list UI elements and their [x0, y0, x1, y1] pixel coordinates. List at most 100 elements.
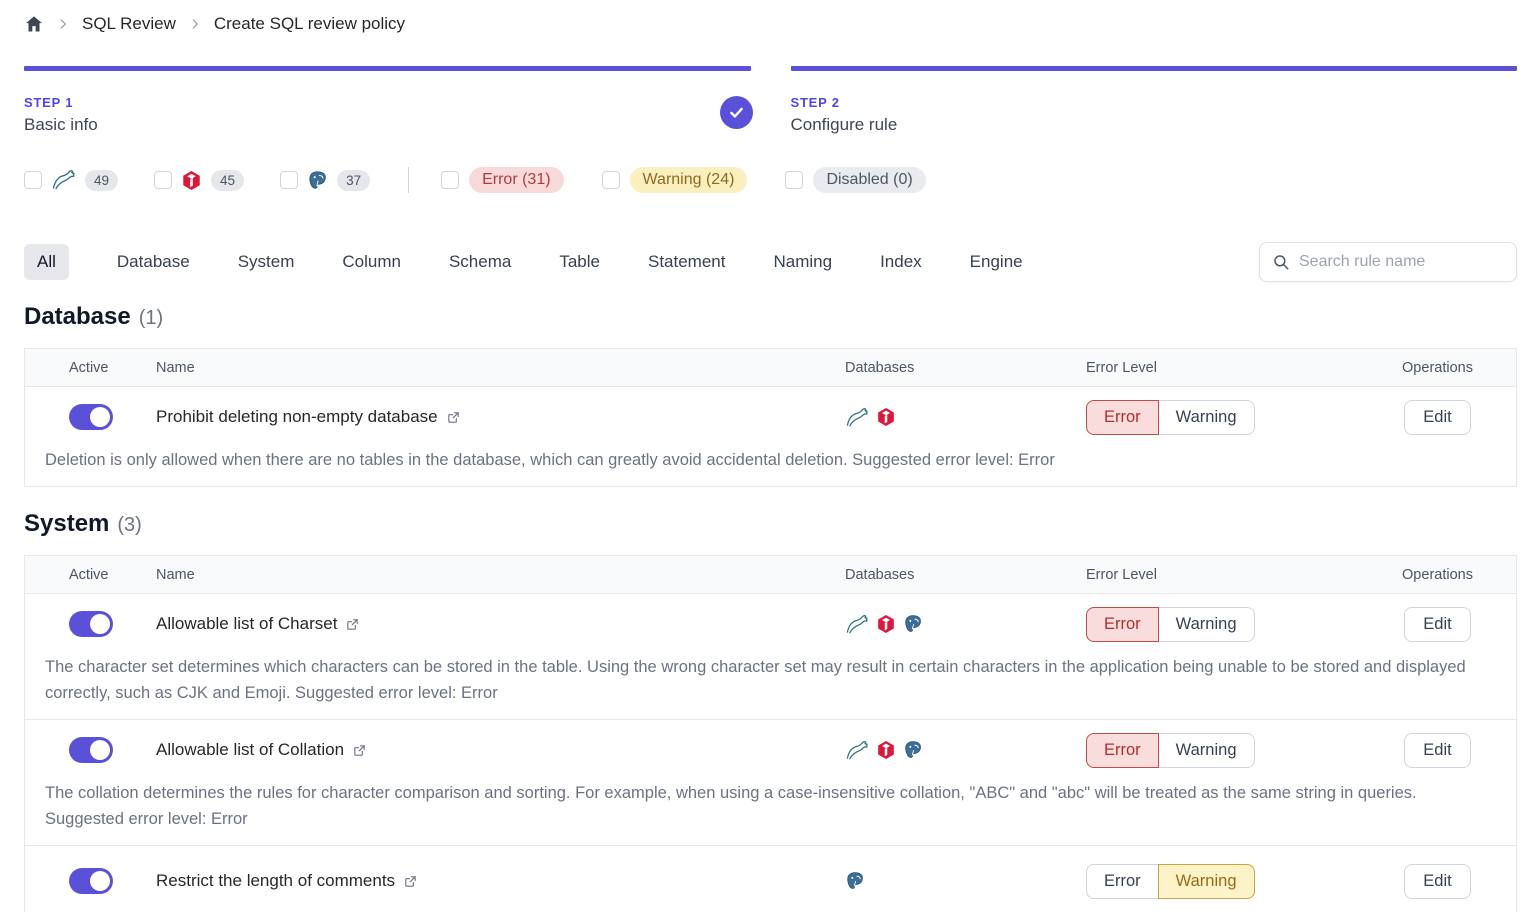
tab-schema[interactable]: Schema	[449, 252, 511, 272]
breadcrumb: SQL Review Create SQL review policy	[24, 10, 1517, 38]
step-2-title: Configure rule	[791, 115, 1518, 135]
error-level-toggle: Error Warning	[1086, 607, 1255, 642]
edit-button[interactable]: Edit	[1404, 864, 1470, 899]
rule-name: Prohibit deleting non-empty database	[156, 407, 438, 427]
error-checkbox[interactable]	[441, 171, 459, 189]
error-level-warning-button[interactable]: Warning	[1158, 864, 1255, 899]
rule-search	[1259, 242, 1517, 282]
col-header-name: Name	[156, 360, 845, 376]
rule-active-toggle[interactable]	[69, 404, 113, 430]
category-tab-bar: All Database System Column Schema Table …	[24, 242, 1517, 282]
postgresql-checkbox[interactable]	[280, 171, 298, 189]
tab-table[interactable]: Table	[559, 252, 600, 272]
error-level-error-button[interactable]: Error	[1086, 400, 1159, 435]
table-header-row: Active Name Databases Error Level Operat…	[25, 349, 1516, 387]
col-header-error-level: Error Level	[1086, 360, 1359, 376]
edit-button[interactable]: Edit	[1404, 607, 1470, 642]
disabled-checkbox[interactable]	[785, 171, 803, 189]
tab-column[interactable]: Column	[342, 252, 401, 272]
external-link-icon[interactable]	[403, 874, 418, 889]
table-row: Restrict the length of comments Error Wa…	[25, 846, 1516, 912]
rule-engines	[845, 406, 1086, 429]
filter-engine-mysql[interactable]: 49	[24, 168, 118, 192]
mysql-count-badge: 49	[85, 170, 118, 191]
error-level-warning-button[interactable]: Warning	[1158, 400, 1255, 435]
section-count: (3)	[117, 514, 141, 537]
table-row: Allowable list of Charset Error Warning	[25, 594, 1516, 654]
rule-restrict-the-length-of-comments: Restrict the length of comments Error Wa…	[25, 846, 1516, 912]
tidb-icon	[876, 614, 896, 634]
tab-all[interactable]: All	[24, 244, 69, 280]
tab-statement[interactable]: Statement	[648, 252, 726, 272]
col-header-operations: Operations	[1359, 567, 1516, 583]
col-header-active: Active	[25, 567, 156, 583]
rule-prohibit-deleting-non-empty-database: Prohibit deleting non-empty database Err…	[25, 387, 1516, 486]
disabled-filter-pill: Disabled (0)	[813, 167, 925, 193]
chevron-right-icon	[188, 17, 202, 31]
external-link-icon[interactable]	[352, 743, 367, 758]
mysql-icon	[845, 613, 869, 636]
postgresql-icon	[307, 170, 328, 191]
rule-engines	[845, 739, 1086, 762]
error-level-error-button[interactable]: Error	[1086, 864, 1159, 899]
external-link-icon[interactable]	[446, 410, 461, 425]
postgresql-icon	[903, 740, 923, 760]
col-header-operations: Operations	[1359, 360, 1516, 376]
mysql-checkbox[interactable]	[24, 171, 42, 189]
section-heading-database: Database (1)	[24, 303, 1517, 331]
category-tabs: All Database System Column Schema Table …	[24, 244, 1023, 280]
error-level-warning-button[interactable]: Warning	[1158, 733, 1255, 768]
tidb-count-badge: 45	[211, 170, 244, 191]
postgresql-count-badge: 37	[337, 170, 370, 191]
mysql-icon	[845, 406, 869, 429]
rule-engines	[845, 613, 1086, 636]
col-header-name: Name	[156, 567, 845, 583]
breadcrumb-item-sql-review[interactable]: SQL Review	[82, 14, 176, 34]
breadcrumb-item-current: Create SQL review policy	[214, 14, 405, 34]
database-rules-table: Active Name Databases Error Level Operat…	[24, 348, 1517, 487]
search-input[interactable]	[1299, 253, 1504, 271]
tidb-icon	[181, 170, 202, 191]
tidb-icon	[876, 407, 896, 427]
search-icon	[1272, 253, 1290, 271]
error-level-warning-button[interactable]: Warning	[1158, 607, 1255, 642]
tab-index[interactable]: Index	[880, 252, 922, 272]
rule-description: The collation determines the rules for c…	[25, 780, 1516, 845]
stepper: STEP 1 Basic info STEP 2 Configure rule	[24, 66, 1517, 135]
filter-divider	[408, 167, 409, 193]
step-2: STEP 2 Configure rule	[791, 66, 1518, 135]
filter-engine-postgresql[interactable]: 37	[280, 170, 370, 191]
rule-active-toggle[interactable]	[69, 868, 113, 894]
postgresql-icon	[903, 614, 923, 634]
external-link-icon[interactable]	[345, 617, 360, 632]
step-1-completed-check-icon	[720, 96, 753, 129]
col-header-databases: Databases	[845, 567, 1086, 583]
error-level-error-button[interactable]: Error	[1086, 733, 1159, 768]
rule-active-toggle[interactable]	[69, 737, 113, 763]
rule-name: Allowable list of Charset	[156, 614, 337, 634]
step-1: STEP 1 Basic info	[24, 66, 751, 135]
section-title: System	[24, 510, 109, 538]
filter-level-disabled[interactable]: Disabled (0)	[785, 167, 925, 193]
rule-name: Allowable list of Collation	[156, 740, 344, 760]
error-level-toggle: Error Warning	[1086, 864, 1255, 899]
home-icon[interactable]	[24, 14, 44, 34]
filter-level-error[interactable]: Error (31)	[441, 167, 563, 193]
filter-engine-tidb[interactable]: 45	[154, 170, 244, 191]
tab-database[interactable]: Database	[117, 252, 190, 272]
tab-naming[interactable]: Naming	[773, 252, 832, 272]
error-level-toggle: Error Warning	[1086, 733, 1255, 768]
rule-allowable-list-of-collation: Allowable list of Collation Error Warnin…	[25, 720, 1516, 846]
filter-bar: 49 45 37 Error (31) Warning (24) D	[24, 163, 1517, 197]
create-sql-review-policy-page: SQL Review Create SQL review policy STEP…	[0, 0, 1530, 912]
step-1-label: STEP 1	[24, 95, 751, 110]
edit-button[interactable]: Edit	[1404, 733, 1470, 768]
tab-system[interactable]: System	[238, 252, 295, 272]
edit-button[interactable]: Edit	[1404, 400, 1470, 435]
tidb-checkbox[interactable]	[154, 171, 172, 189]
error-level-error-button[interactable]: Error	[1086, 607, 1159, 642]
filter-level-warning[interactable]: Warning (24)	[602, 167, 748, 193]
rule-active-toggle[interactable]	[69, 611, 113, 637]
tab-engine[interactable]: Engine	[970, 252, 1023, 272]
warning-checkbox[interactable]	[602, 171, 620, 189]
